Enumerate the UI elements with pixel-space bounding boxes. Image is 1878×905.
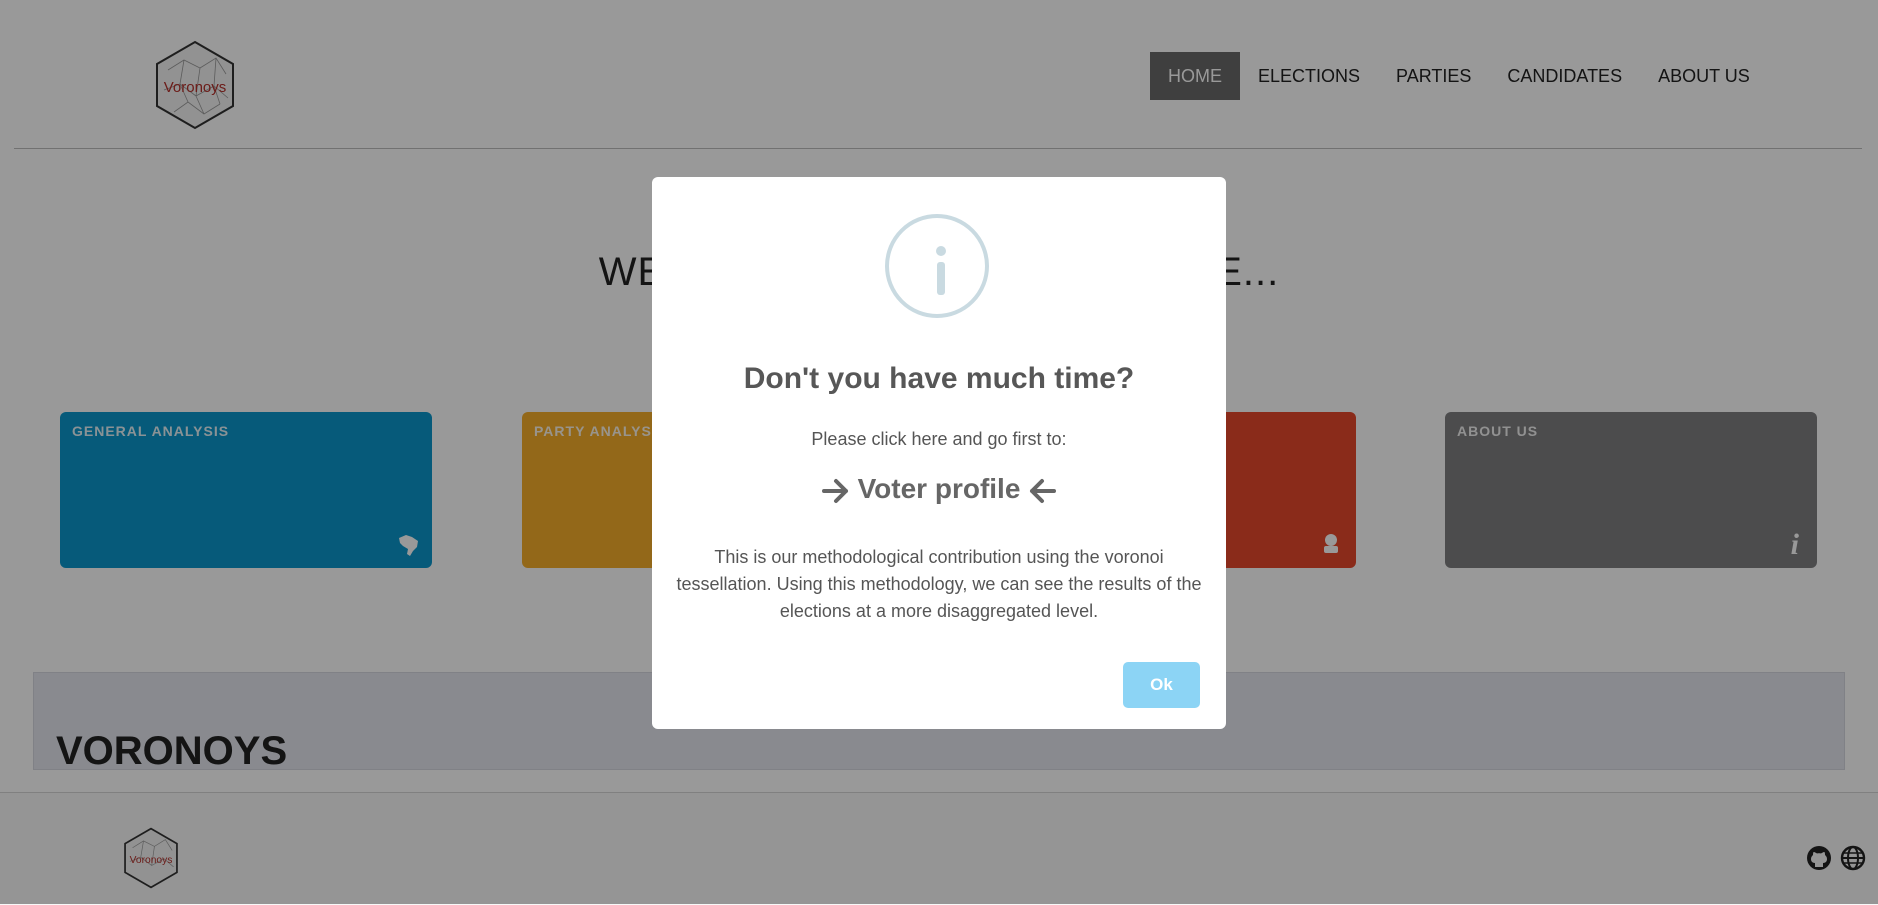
voter-profile-link[interactable]: Voter profile [652, 473, 1226, 505]
info-modal: Don't you have much time? Please click h… [652, 177, 1226, 729]
voter-profile-label: Voter profile [857, 473, 1021, 504]
modal-intro: Please click here and go first to: [811, 429, 1067, 449]
modal-body-text: This is our methodological contribution … [676, 547, 1202, 621]
info-bar [937, 262, 945, 295]
ok-button[interactable]: Ok [1123, 662, 1200, 708]
info-circle-icon [885, 214, 989, 318]
arrow-right-icon [821, 478, 848, 503]
modal-title: Don't you have much time? [743, 362, 1135, 395]
info-dot [936, 246, 946, 256]
arrow-left-icon [1030, 478, 1057, 503]
